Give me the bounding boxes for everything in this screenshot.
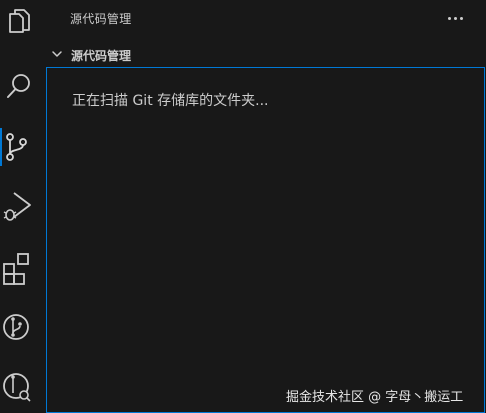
search-icon	[7, 74, 30, 98]
activity-source-control[interactable]	[0, 124, 46, 170]
watermark: 掘金技术社区 @ 字母丶搬运工	[286, 390, 464, 405]
section-label: 源代码管理	[71, 49, 132, 63]
git-branch-icon	[3, 314, 29, 340]
ellipsis-icon	[448, 17, 451, 20]
activity-git-lens[interactable]	[0, 366, 46, 412]
activity-run-debug[interactable]	[0, 185, 46, 231]
activity-bar	[0, 0, 46, 413]
source-control-sidebar: 源代码管理 源代码管理 正在扫描 Git 存储库的文件夹...	[46, 0, 486, 413]
sidebar-header: 源代码管理	[46, 0, 486, 38]
run-debug-icon	[3, 192, 31, 221]
vscode-window: 源代码管理 源代码管理 正在扫描 Git 存储库的文件夹... 掘金技术社区 @…	[0, 0, 486, 413]
activity-search[interactable]	[0, 63, 46, 109]
source-control-panel[interactable]: 正在扫描 Git 存储库的文件夹...	[46, 67, 485, 413]
git-lens-icon	[3, 373, 31, 402]
files-icon	[9, 9, 30, 33]
activity-extensions[interactable]	[0, 246, 46, 292]
sidebar-title: 源代码管理	[70, 12, 132, 26]
section-header[interactable]: 源代码管理	[46, 44, 486, 66]
more-actions-button[interactable]	[442, 6, 470, 30]
activity-git-graph[interactable]	[0, 307, 46, 353]
extensions-icon	[3, 253, 29, 285]
source-control-icon	[6, 133, 27, 161]
scan-status-message: 正在扫描 Git 存储库的文件夹...	[72, 93, 269, 109]
activity-explorer[interactable]	[0, 2, 46, 48]
chevron-down-icon	[52, 51, 62, 57]
